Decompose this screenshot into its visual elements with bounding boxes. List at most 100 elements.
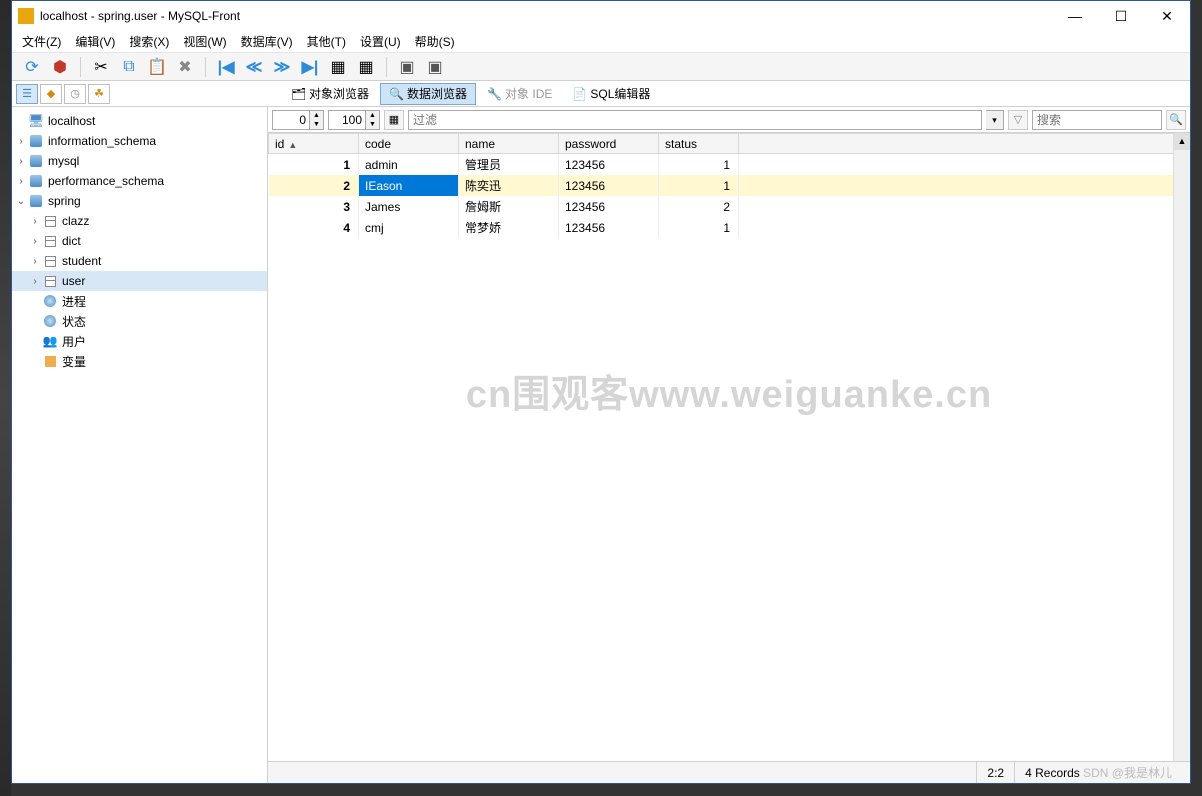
menu-other[interactable]: 其他(T) [307, 33, 346, 50]
table-row[interactable]: 3 James 詹姆斯 123456 2 [269, 196, 1190, 217]
delete-icon[interactable]: ✖ [173, 55, 197, 79]
menu-settings[interactable]: 设置(U) [360, 33, 401, 50]
import-icon[interactable]: ▣ [423, 55, 447, 79]
spin-up-icon[interactable]: ▲ [366, 111, 379, 120]
menu-edit[interactable]: 编辑(V) [75, 33, 115, 50]
mini-tab-gold[interactable]: ◆ [40, 84, 62, 104]
mini-tab-foot[interactable]: ☘ [88, 84, 110, 104]
content-pane: ▲▼ ▲▼ ▦ ▾ ▽ 🔍 id▲ code [268, 107, 1190, 783]
object-tree[interactable]: 🖥localhost ›information_schema ›mysql ›p… [12, 107, 268, 783]
col-status[interactable]: status [659, 134, 739, 154]
scroll-up-icon[interactable]: ▲ [1174, 133, 1190, 150]
first-icon[interactable]: |◀ [214, 55, 238, 79]
cell-code[interactable]: IEason [359, 175, 459, 196]
export-icon[interactable]: ▣ [395, 55, 419, 79]
cell-status[interactable]: 1 [659, 175, 739, 196]
cell-password[interactable]: 123456 [559, 217, 659, 238]
col-spacer [739, 134, 1190, 154]
tree-db-information-schema[interactable]: ›information_schema [12, 131, 267, 151]
globe-icon [42, 294, 58, 308]
tree-table-dict[interactable]: ›dict [12, 231, 267, 251]
prev-page-icon[interactable]: ≪ [242, 55, 266, 79]
tree-table-user[interactable]: ›user [12, 271, 267, 291]
tree-variables[interactable]: 变量 [12, 351, 267, 371]
offset-spinner[interactable]: ▲▼ [272, 110, 324, 130]
cell-status[interactable]: 2 [659, 196, 739, 217]
sql-icon: 📄 [572, 87, 586, 101]
cell-code[interactable]: admin [359, 154, 459, 176]
search-input[interactable] [1032, 110, 1162, 130]
copy-icon[interactable]: ⧉ [117, 55, 141, 79]
tree-db-performance-schema[interactable]: ›performance_schema [12, 171, 267, 191]
add-row-icon[interactable]: ▦ [326, 55, 350, 79]
tree-users[interactable]: 👥用户 [12, 331, 267, 351]
cell-password[interactable]: 123456 [559, 175, 659, 196]
table-row[interactable]: 4 cmj 常梦娇 123456 1 [269, 217, 1190, 238]
stop-icon[interactable]: ⬢ [48, 55, 72, 79]
tree-host[interactable]: 🖥localhost [12, 111, 267, 131]
maximize-button[interactable]: ☐ [1098, 1, 1144, 31]
cell-name[interactable]: 陈奕迅 [459, 175, 559, 196]
cell-id[interactable]: 1 [269, 154, 359, 176]
mini-tab-tree[interactable]: ☰ [16, 84, 38, 104]
cell-id[interactable]: 3 [269, 196, 359, 217]
filter-dropdown[interactable]: ▾ [986, 110, 1004, 130]
app-window: localhost - spring.user - MySQL-Front — … [11, 0, 1191, 784]
spin-down-icon[interactable]: ▼ [366, 120, 379, 129]
cell-password[interactable]: 123456 [559, 154, 659, 176]
mini-tab-clock[interactable]: ◷ [64, 84, 86, 104]
cell-name[interactable]: 詹姆斯 [459, 196, 559, 217]
tab-object-browser[interactable]: 🗂对象浏览器 [282, 83, 378, 105]
tree-table-student[interactable]: ›student [12, 251, 267, 271]
delete-row-icon[interactable]: ▦ [354, 55, 378, 79]
col-id[interactable]: id▲ [269, 134, 359, 154]
tree-processes[interactable]: 进程 [12, 291, 267, 311]
menu-search[interactable]: 搜索(X) [129, 33, 169, 50]
title-bar[interactable]: localhost - spring.user - MySQL-Front — … [12, 1, 1190, 31]
cell-status[interactable]: 1 [659, 154, 739, 176]
funnel-icon[interactable]: ▽ [1008, 110, 1028, 130]
menu-file[interactable]: 文件(Z) [22, 33, 61, 50]
col-code[interactable]: code [359, 134, 459, 154]
data-grid[interactable]: id▲ code name password status 1 admin 管 [268, 133, 1190, 238]
cell-password[interactable]: 123456 [559, 196, 659, 217]
spin-down-icon[interactable]: ▼ [310, 120, 323, 129]
table-icon [42, 234, 58, 248]
refresh-icon[interactable]: ⟳ [20, 55, 44, 79]
paste-icon[interactable]: 📋 [145, 55, 169, 79]
tree-table-clazz[interactable]: ›clazz [12, 211, 267, 231]
spin-up-icon[interactable]: ▲ [310, 111, 323, 120]
menu-help[interactable]: 帮助(S) [415, 33, 455, 50]
table-row[interactable]: 1 admin 管理员 123456 1 [269, 154, 1190, 176]
last-icon[interactable]: ▶| [298, 55, 322, 79]
col-password[interactable]: password [559, 134, 659, 154]
search-button[interactable]: 🔍 [1166, 110, 1186, 130]
close-button[interactable]: ✕ [1144, 1, 1190, 31]
tab-object-ide[interactable]: 🔧对象 IDE [478, 83, 561, 105]
tree-db-spring[interactable]: ⌄spring [12, 191, 267, 211]
cell-code[interactable]: James [359, 196, 459, 217]
cell-name[interactable]: 管理员 [459, 154, 559, 176]
tab-sql-editor[interactable]: 📄SQL编辑器 [563, 83, 659, 105]
tree-db-mysql[interactable]: ›mysql [12, 151, 267, 171]
tree-status[interactable]: 状态 [12, 311, 267, 331]
limit-spinner[interactable]: ▲▼ [328, 110, 380, 130]
cell-id[interactable]: 4 [269, 217, 359, 238]
vertical-scrollbar[interactable]: ▲ [1173, 133, 1190, 761]
filter-input[interactable] [408, 110, 982, 130]
menu-database[interactable]: 数据库(V) [241, 33, 293, 50]
apply-filter-button[interactable]: ▦ [384, 110, 404, 130]
menu-view[interactable]: 视图(W) [183, 33, 226, 50]
offset-input[interactable] [272, 110, 310, 130]
cell-name[interactable]: 常梦娇 [459, 217, 559, 238]
cell-code[interactable]: cmj [359, 217, 459, 238]
minimize-button[interactable]: — [1052, 1, 1098, 31]
table-row[interactable]: 2 IEason 陈奕迅 123456 1 [269, 175, 1190, 196]
next-page-icon[interactable]: ≫ [270, 55, 294, 79]
tab-data-browser[interactable]: 🔍数据浏览器 [380, 83, 476, 105]
cell-id[interactable]: 2 [269, 175, 359, 196]
cell-status[interactable]: 1 [659, 217, 739, 238]
col-name[interactable]: name [459, 134, 559, 154]
limit-input[interactable] [328, 110, 366, 130]
cut-icon[interactable]: ✂ [89, 55, 113, 79]
